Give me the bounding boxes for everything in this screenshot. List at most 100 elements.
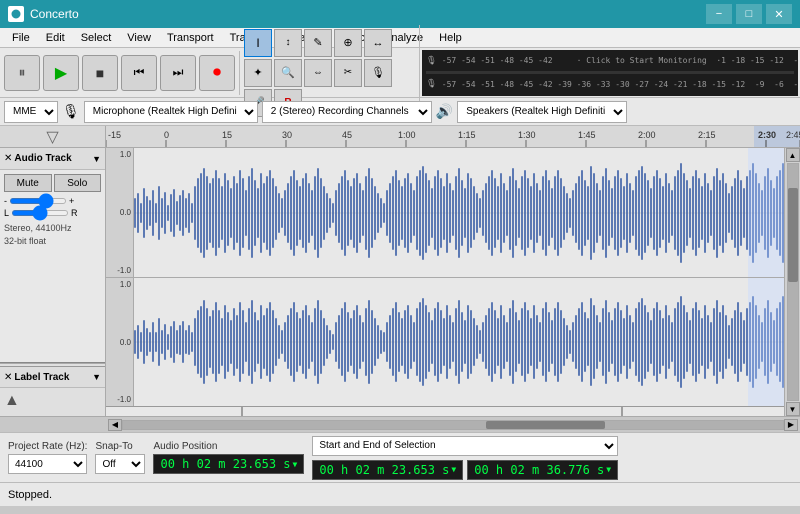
device-toolbar: MME 🎙 Microphone (Realtek High Defini 2 … [0, 98, 800, 126]
ruler-svg: -15 0 15 30 45 1:00 1:15 [106, 126, 800, 147]
solo-button[interactable]: Solo [54, 174, 102, 192]
track-info: Stereo, 44100Hz 32-bit float [4, 222, 101, 247]
project-rate-field: Project Rate (Hz): 44100 [8, 441, 87, 474]
zoom-tool-button[interactable]: ⊕ [334, 29, 362, 57]
mic-device-icon: 🎙 [62, 103, 80, 120]
pan-slider[interactable] [11, 210, 69, 216]
svg-text:30: 30 [282, 130, 292, 140]
sel-end-dropdown[interactable]: ▼ [606, 465, 611, 474]
svg-text:2:30: 2:30 [758, 130, 776, 140]
app-title: Concerto [30, 7, 79, 21]
scroll-right-button[interactable]: ▶ [784, 419, 798, 431]
channels-select[interactable]: 2 (Stereo) Recording Channels [262, 101, 432, 123]
menu-select[interactable]: Select [73, 30, 120, 46]
scale-2-top: 1.0 [108, 280, 131, 289]
vu-scale-bot: -57 -54 -51 -48 -45 -42 -39 -36 -33 -30 … [442, 80, 798, 89]
snap-to-field: Snap-To Off [95, 441, 145, 474]
timeshift-tool-button[interactable]: ↔ [364, 29, 392, 57]
label-track-close[interactable]: ✕ [4, 372, 12, 383]
label-track-expand-icon[interactable]: ▲ [4, 392, 20, 409]
project-rate-label: Project Rate (Hz): [8, 441, 87, 452]
audio-track-dropdown-icon[interactable]: ▼ [92, 154, 101, 164]
vu-scale-top: -57 -54 -51 -48 -45 -42 · Click to Start… [442, 56, 798, 65]
play-button[interactable]: ▶ [43, 55, 79, 91]
scroll-up-button[interactable]: ▲ [786, 148, 800, 162]
selection-field: Start and End of Selection 00 h 02 m 23.… [312, 436, 618, 480]
menu-help[interactable]: Help [431, 30, 470, 46]
label-track-dropdown-icon[interactable]: ▼ [92, 372, 101, 382]
svg-text:1:15: 1:15 [458, 130, 476, 140]
bottom-toolbar: Project Rate (Hz): 44100 Snap-To Off Aud… [0, 432, 800, 482]
mute-button[interactable]: Mute [4, 174, 52, 192]
audio-position-field: Audio Position 00 h 02 m 23.653 s ▼ [153, 441, 304, 474]
zoom-in-button[interactable]: 🔍 [274, 59, 302, 87]
vertical-scrollbar[interactable]: ▲ ▼ [784, 148, 800, 416]
svg-text:2:15: 2:15 [698, 130, 716, 140]
trim-button[interactable]: ✂ [334, 59, 362, 87]
envelope-tool-button[interactable]: ↕ [274, 29, 302, 57]
speaker-icon: 🔊 [436, 103, 453, 120]
waveform-ch1-area[interactable] [134, 148, 784, 277]
project-rate-select[interactable]: 44100 [8, 454, 87, 474]
h-scroll-track[interactable] [122, 420, 784, 430]
audio-track-close[interactable]: ✕ [4, 153, 12, 164]
gain-slider[interactable] [9, 198, 67, 204]
timeline-ruler[interactable]: -15 0 15 30 45 1:00 1:15 [106, 126, 800, 147]
timeshift2-button[interactable]: ⇔ [304, 59, 332, 87]
menu-view[interactable]: View [119, 30, 159, 46]
waveform-channel2: 1.0 0.0 -1.0 [106, 278, 784, 406]
audio-track-header: ✕ Audio Track ▼ [0, 148, 105, 170]
speaker-select[interactable]: Speakers (Realtek High Definiti [457, 101, 627, 123]
app-icon [8, 6, 24, 22]
label-track-svg: Track 1 Track 2 [106, 407, 784, 416]
svg-text:0: 0 [164, 130, 169, 140]
mic-select[interactable]: Microphone (Realtek High Defini [84, 101, 258, 123]
skip-fwd-button[interactable]: ⏭ [160, 55, 196, 91]
svg-text:2:45: 2:45 [786, 130, 800, 140]
selection-type-select[interactable]: Start and End of Selection [312, 436, 618, 456]
menu-edit[interactable]: Edit [38, 30, 73, 46]
menu-file[interactable]: File [4, 30, 38, 46]
select-tool-button[interactable]: I [244, 29, 272, 57]
sel-start-dropdown[interactable]: ▼ [451, 465, 456, 474]
menu-transport[interactable]: Transport [159, 30, 222, 46]
waveform-display: 1.0 0.0 -1.0 [106, 148, 784, 416]
audio-pos-dropdown[interactable]: ▼ [293, 460, 298, 469]
svg-text:2:00: 2:00 [638, 130, 656, 140]
selection-start-display[interactable]: 00 h 02 m 23.653 s ▼ [312, 460, 463, 480]
waveform-ch1-svg [134, 148, 784, 277]
selection-end-display[interactable]: 00 h 02 m 36.776 s ▼ [467, 460, 618, 480]
scroll-down-button[interactable]: ▼ [786, 402, 800, 416]
y-scale-1: 1.0 0.0 -1.0 [106, 148, 134, 277]
svg-text:-15: -15 [108, 130, 121, 140]
waveform-ch2-area[interactable] [134, 278, 784, 406]
draw-tool-button[interactable]: ✎ [304, 29, 332, 57]
host-select[interactable]: MME [4, 101, 58, 123]
scroll-left-button[interactable]: ◀ [108, 419, 122, 431]
scroll-thumb[interactable] [788, 188, 798, 282]
audio-position-display[interactable]: 00 h 02 m 23.653 s ▼ [153, 454, 304, 474]
status-text: Stopped. [8, 489, 52, 501]
label-track-controls: ▲ [0, 388, 105, 416]
gain-plus-label: + [69, 196, 74, 206]
snap-to-select[interactable]: Off [95, 454, 145, 474]
pause-button[interactable]: ⏸ [4, 55, 40, 91]
pan-l-label: L [4, 208, 9, 218]
tracks-area: ✕ Audio Track ▼ Mute Solo - + L R Stereo… [0, 148, 800, 416]
stop-button[interactable]: ■ [82, 55, 118, 91]
minimize-button[interactable]: − [706, 4, 732, 24]
scroll-thumb-track[interactable] [787, 163, 799, 401]
h-scroll-thumb[interactable] [486, 421, 605, 429]
mic-button[interactable]: 🎙 [364, 59, 392, 87]
scale-2-mid: 0.0 [108, 338, 131, 347]
skip-back-button[interactable]: ⏮ [121, 55, 157, 91]
multi-tool-button[interactable]: ✦ [244, 59, 272, 87]
maximize-button[interactable]: □ [736, 4, 762, 24]
label-track-header: ✕ Label Track ▼ [0, 366, 105, 388]
pan-r-label: R [71, 208, 78, 218]
record-button[interactable]: ⏺ [199, 55, 235, 91]
gain-minus-label: - [4, 196, 7, 206]
scale-2-bot: -1.0 [108, 395, 131, 404]
close-button[interactable]: ✕ [766, 4, 792, 24]
label-track-view: Track 1 Track 2 [106, 406, 784, 416]
